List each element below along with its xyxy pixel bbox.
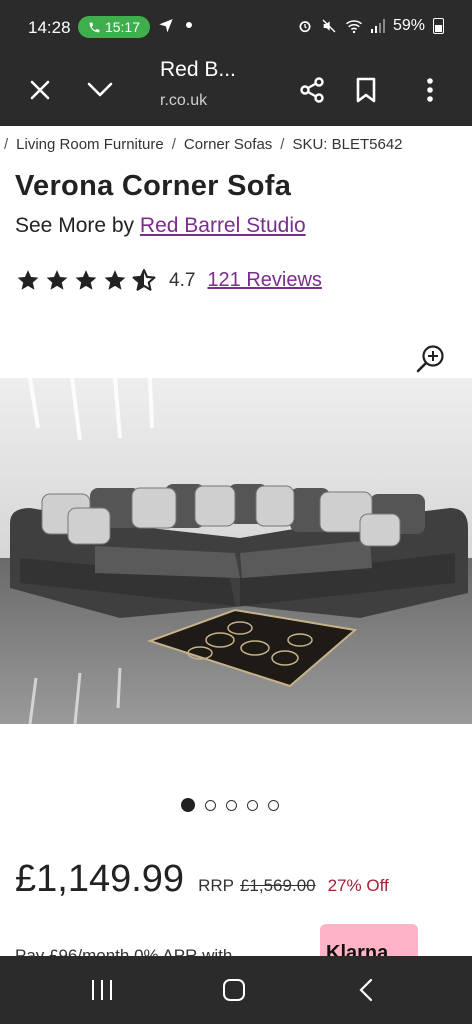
active-call-pill[interactable]: 15:17 bbox=[78, 16, 150, 38]
see-more-prefix: See More by bbox=[15, 214, 135, 237]
breadcrumb-separator: / bbox=[171, 136, 176, 153]
star-full-icon bbox=[17, 270, 39, 290]
breadcrumb-living-room-furniture[interactable]: Living Room Furniture bbox=[16, 136, 164, 153]
recent-apps-icon[interactable] bbox=[82, 972, 122, 1008]
call-duration: 15:17 bbox=[104, 19, 141, 35]
status-bar: 14:28 15:17 59% bbox=[0, 0, 472, 56]
page-url: r.co.uk bbox=[160, 92, 208, 109]
carousel-dot-3[interactable] bbox=[226, 799, 237, 811]
bookmark-icon[interactable] bbox=[346, 70, 386, 110]
carousel-dot-4[interactable] bbox=[247, 799, 258, 811]
breadcrumb: / Living Room Furniture / Corner Sofas / SKU:… bbox=[0, 136, 472, 153]
rrp-label: RRP bbox=[198, 876, 234, 895]
clock: 14:28 bbox=[28, 18, 71, 37]
carousel-dot-1[interactable] bbox=[181, 798, 195, 812]
browser-toolbar: Red B... r.co.uk bbox=[0, 56, 472, 126]
rating-value: 4.7 bbox=[169, 269, 196, 291]
star-full-icon bbox=[75, 270, 97, 290]
rating-row: 4.7 121 Reviews bbox=[15, 268, 322, 293]
image-carousel-dots bbox=[181, 798, 279, 812]
reviews-link[interactable]: 121 Reviews bbox=[207, 269, 322, 292]
share-icon[interactable] bbox=[292, 70, 332, 110]
star-rating bbox=[15, 268, 157, 293]
breadcrumb-corner-sofas[interactable]: Corner Sofas bbox=[184, 136, 272, 153]
page-title: Red B... bbox=[160, 58, 236, 81]
close-icon[interactable] bbox=[20, 70, 60, 110]
product-image[interactable] bbox=[0, 378, 472, 724]
battery-percent: 59% bbox=[392, 17, 425, 34]
star-full-icon bbox=[46, 270, 68, 290]
send-icon bbox=[158, 17, 174, 38]
star-half-icon bbox=[132, 269, 156, 291]
system-nav-bar bbox=[0, 956, 472, 1024]
sale-price: £1,149.99 bbox=[15, 858, 185, 900]
star-full-icon bbox=[104, 270, 126, 290]
see-more-by: See More by Red Barrel Studio bbox=[15, 214, 306, 238]
back-icon[interactable] bbox=[346, 972, 386, 1008]
chevron-down-icon[interactable] bbox=[80, 70, 120, 110]
zoom-in-icon[interactable] bbox=[416, 344, 446, 379]
wifi-icon bbox=[345, 20, 362, 34]
alarm-icon bbox=[299, 21, 311, 33]
status-icons: 59% bbox=[297, 17, 444, 35]
price-row: £1,149.99 RRP £1,569.00 27% Off bbox=[15, 858, 389, 901]
more-options-icon[interactable] bbox=[410, 70, 450, 110]
breadcrumb-separator: / bbox=[4, 136, 9, 153]
notification-dot-icon bbox=[186, 22, 192, 28]
signal-icon bbox=[370, 19, 385, 33]
brand-link[interactable]: Red Barrel Studio bbox=[140, 214, 306, 237]
sku-label: SKU: BLET5642 bbox=[292, 136, 403, 153]
discount-badge: 27% Off bbox=[327, 876, 389, 895]
rrp-value: £1,569.00 bbox=[239, 876, 316, 895]
home-icon[interactable] bbox=[214, 972, 254, 1008]
battery-icon bbox=[433, 18, 444, 34]
mute-icon bbox=[322, 19, 336, 33]
product-title: Verona Corner Sofa bbox=[15, 170, 292, 202]
carousel-dot-2[interactable] bbox=[205, 799, 216, 811]
breadcrumb-separator: / bbox=[280, 136, 285, 153]
carousel-dot-5[interactable] bbox=[268, 799, 279, 811]
phone-icon bbox=[89, 22, 100, 32]
